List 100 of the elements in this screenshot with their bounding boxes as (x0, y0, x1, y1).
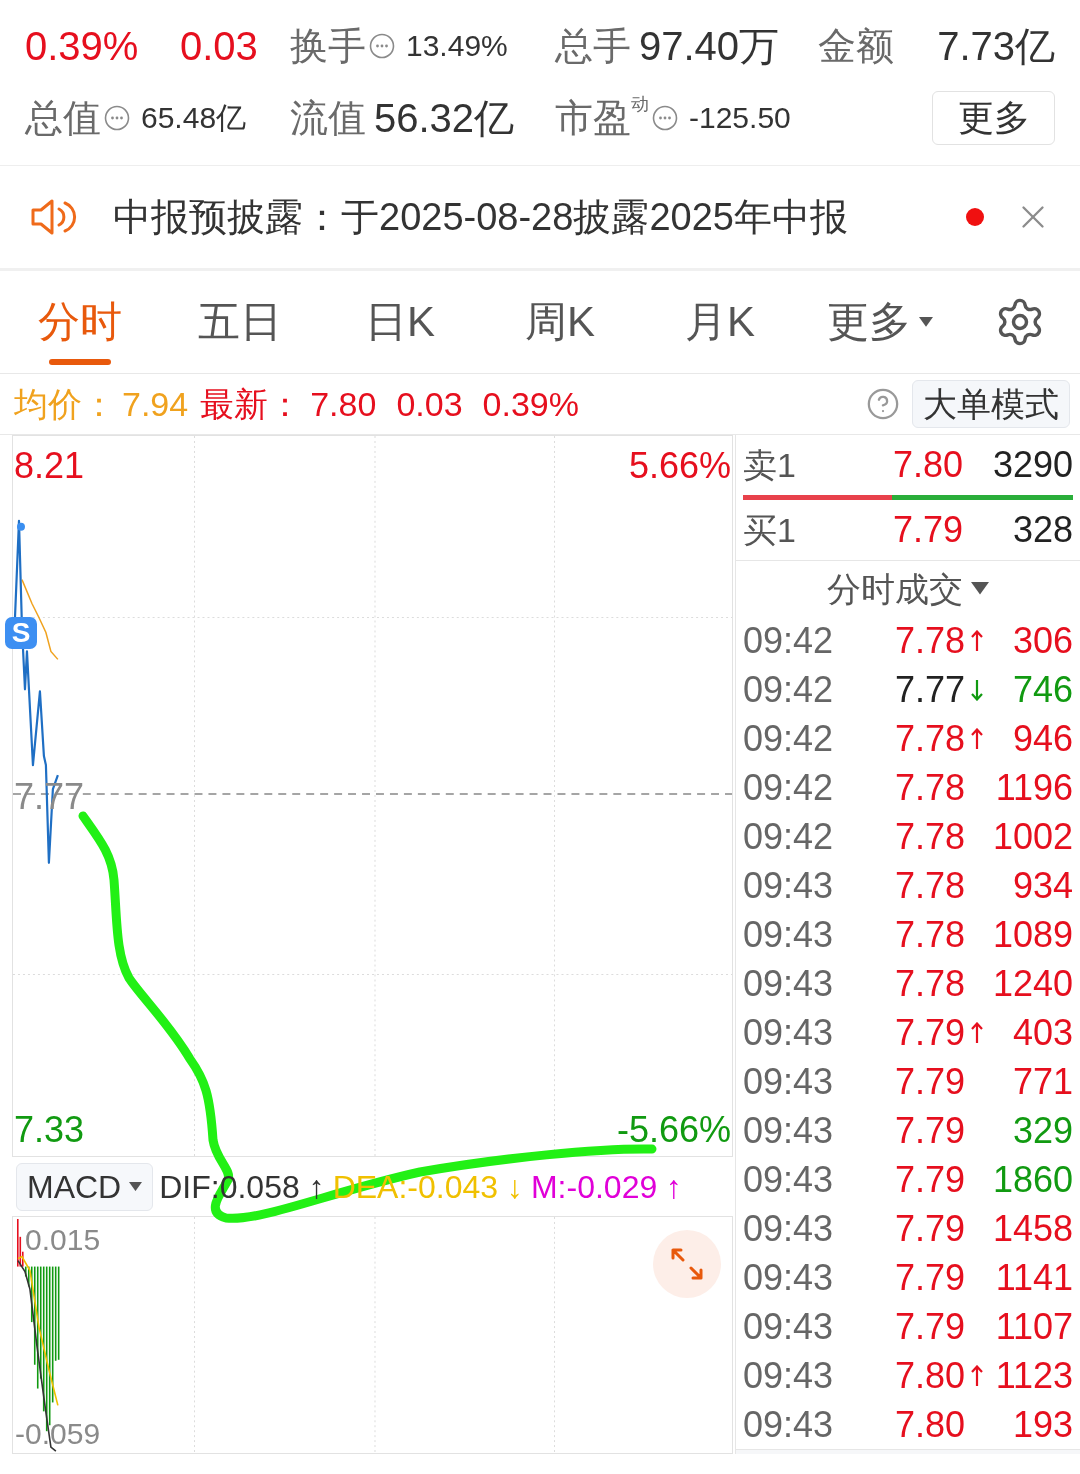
stat-value: 97.40万 (639, 26, 780, 66)
trade-price: 7.79 (894, 1014, 966, 1051)
axis-label: 0.015 (25, 1225, 101, 1255)
trade-time: 09:43 (743, 916, 835, 953)
trade-price: 7.79 (894, 1112, 966, 1149)
trades-dropdown[interactable]: 分时成交 (827, 571, 990, 606)
latest-price: 7.80 (310, 387, 377, 421)
trade-price: 7.78 (894, 916, 966, 953)
stat-value: 13.49% (406, 31, 508, 61)
trade-time: 09:43 (743, 1112, 835, 1149)
trade-volume: 193 (1012, 1406, 1074, 1443)
chart-tab[interactable]: 五日 (160, 271, 320, 373)
more-button[interactable]: 更多 (932, 91, 1055, 145)
axis-label: 7.33 (14, 1112, 85, 1148)
trade-volume: 1458 (992, 1210, 1074, 1247)
trade-time: 09:43 (743, 965, 835, 1002)
caret-icon (971, 582, 990, 595)
indicator-value: M:-0.029 ↑ (530, 1170, 683, 1203)
change-amount: 0.03 (180, 26, 258, 66)
chart-tab[interactable]: 日K (320, 271, 480, 373)
trade-time: 09:43 (743, 1357, 835, 1394)
trade-time: 09:42 (743, 818, 835, 855)
stat-value: 7.73亿 (937, 26, 1055, 66)
stat-label: 金额 (818, 27, 894, 65)
axis-label: -5.66% (616, 1112, 731, 1148)
more-menu-tab[interactable]: 更多 (800, 271, 960, 373)
trade-price: 7.79 (894, 1259, 966, 1296)
trade-time: 09:42 (743, 671, 835, 708)
trade-volume: 771 (1012, 1063, 1074, 1100)
chart-tab[interactable]: 分时 (0, 271, 160, 373)
trade-time: 09:43 (743, 867, 835, 904)
trade-price: 7.79 (894, 1161, 966, 1198)
stat-label: 市盈 (555, 99, 631, 137)
order-side: 卖1 (743, 448, 797, 482)
change-amount: 0.03 (396, 387, 463, 421)
expand-icon (670, 1247, 704, 1281)
trade-price: 7.79 (894, 1308, 966, 1345)
stat-label: 总值 (25, 99, 101, 137)
stat-label: 流值 (290, 99, 366, 137)
trade-price: 7.78 (894, 867, 966, 904)
stat-value: 65.48亿 (141, 103, 247, 133)
chart-tab[interactable]: 周K (480, 271, 640, 373)
average-price: 7.94 (122, 387, 189, 421)
order-volume: 3290 (992, 447, 1074, 483)
order-side: 买1 (743, 513, 797, 547)
trade-volume: 329 (1012, 1112, 1074, 1149)
change-percent: 0.39% (482, 387, 579, 421)
order-volume: 328 (1012, 512, 1074, 548)
trade-price: 7.79 (894, 1210, 966, 1247)
trade-volume: 306 (1012, 622, 1074, 659)
axis-label: 8.21 (14, 448, 85, 484)
trade-volume: 1196 (994, 769, 1074, 806)
stat-superscript: 动 (631, 95, 649, 113)
trade-time: 09:43 (743, 1063, 835, 1100)
average-price-label: 均价： (14, 387, 116, 421)
help-icon[interactable] (866, 387, 900, 421)
stat-value: 56.32亿 (374, 98, 515, 138)
latest-price-label: 最新： (200, 387, 303, 421)
caret-icon (129, 1181, 143, 1192)
trade-price: 7.77 (894, 671, 966, 708)
notice-text[interactable]: 中报预披露：于2025-08-28披露2025年中报 (113, 198, 848, 236)
trade-price: 7.78 (894, 965, 966, 1002)
trade-time: 09:43 (743, 1259, 835, 1296)
trade-price: 7.78 (894, 720, 966, 757)
change-percent: 0.39% (25, 26, 140, 66)
trade-volume: 934 (1012, 867, 1074, 904)
trade-time: 09:43 (743, 1014, 835, 1051)
trade-volume: 746 (1012, 671, 1074, 708)
trade-volume: 1002 (992, 818, 1074, 855)
order-price: 7.79 (893, 512, 964, 548)
trade-volume: 946 (1012, 720, 1074, 757)
axis-label: 5.66% (628, 448, 731, 484)
price-point-icon (17, 522, 25, 531)
trade-price: 7.78 (894, 769, 966, 806)
trade-volume: 1107 (994, 1308, 1074, 1345)
trade-time: 09:42 (743, 769, 835, 806)
trade-price: 7.78 (894, 818, 966, 855)
trade-time: 09:43 (743, 1406, 835, 1443)
trade-time: 09:43 (743, 1210, 835, 1247)
trade-volume: 1141 (994, 1259, 1074, 1296)
trade-volume: 1089 (992, 916, 1074, 953)
trade-volume: 1240 (992, 965, 1074, 1002)
trade-price: 7.79 (894, 1063, 966, 1100)
trade-price: 7.78 (894, 622, 966, 659)
order-price: 7.80 (893, 447, 964, 483)
trade-price: 7.80 (894, 1357, 966, 1394)
indicator-dropdown[interactable]: MACD (16, 1162, 154, 1211)
mode-button[interactable]: 大单模式 (912, 380, 1070, 428)
ellipsis-circle-icon[interactable] (104, 105, 130, 131)
trade-price: 7.80 (894, 1406, 966, 1443)
trade-time: 09:42 (743, 720, 835, 757)
trade-time: 09:43 (743, 1161, 835, 1198)
caret-icon (919, 317, 933, 327)
chart-tab[interactable]: 月K (640, 271, 800, 373)
ellipsis-circle-icon[interactable] (652, 105, 678, 131)
trade-time: 09:42 (743, 622, 835, 659)
ellipsis-circle-icon[interactable] (369, 33, 395, 59)
trade-volume: 403 (1012, 1014, 1074, 1051)
trade-time: 09:43 (743, 1308, 835, 1345)
trade-volume: 1860 (992, 1161, 1074, 1198)
